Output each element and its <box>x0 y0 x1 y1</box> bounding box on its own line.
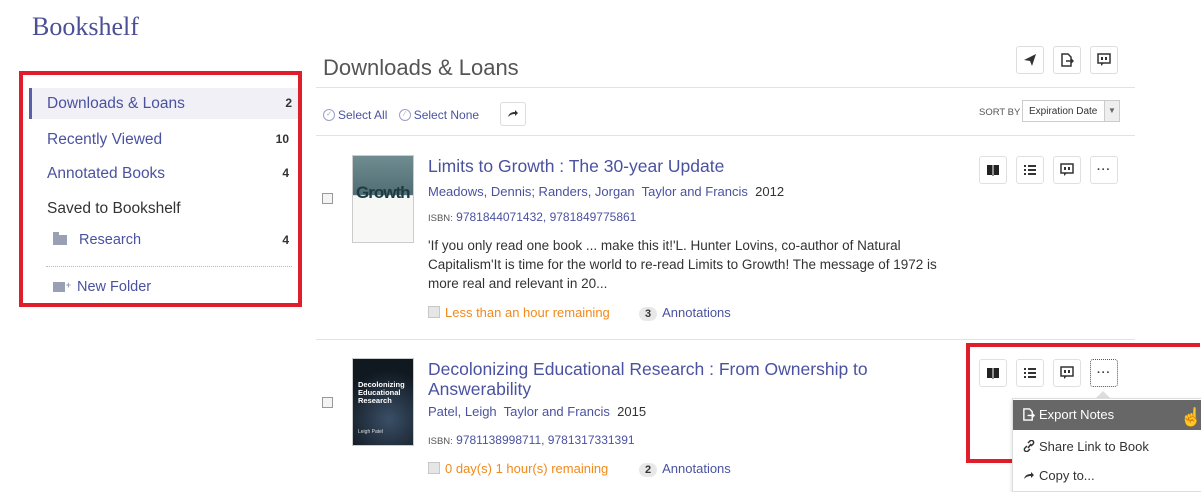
quote-icon <box>1097 53 1111 66</box>
quote-icon <box>1060 163 1074 176</box>
read-button[interactable] <box>979 156 1007 184</box>
annotations-link[interactable]: 2 Annotations <box>639 461 731 477</box>
annotations-link[interactable]: 3 Annotations <box>639 305 731 321</box>
sort-select[interactable]: Expiration Date ▼ <box>1022 100 1120 122</box>
menu-caret <box>1096 391 1110 398</box>
book-isbn: ISBN: 9781844071432, 9781849775861 <box>428 210 637 224</box>
book-description: 'If you only read one book ... make this… <box>428 238 937 291</box>
page-title: Bookshelf <box>32 12 139 41</box>
publisher-link[interactable]: Taylor and Francis <box>642 184 748 199</box>
calendar-icon <box>428 306 440 318</box>
book-cover[interactable]: Growth <box>352 155 414 243</box>
cover-author: Leigh Patel <box>358 429 384 435</box>
author-link[interactable]: Patel, Leigh <box>428 404 497 419</box>
book-title[interactable]: Decolonizing Educational Research : From… <box>428 359 868 399</box>
arrow-right-icon <box>508 110 518 117</box>
row-divider <box>316 339 1135 340</box>
check-circle-icon: ✓ <box>323 109 335 122</box>
notes-button[interactable] <box>1053 156 1081 184</box>
book-authors: Meadows, Dennis; Randers, Jorgan Taylor … <box>428 184 784 199</box>
author-link[interactable]: Meadows, Dennis; Randers, Jorgan <box>428 184 635 199</box>
share-button[interactable] <box>1016 46 1044 74</box>
ellipsis-icon: ··· <box>1097 164 1111 176</box>
sort-label: SORT BY <box>979 107 1021 118</box>
arrow-right-icon <box>1024 472 1034 479</box>
menu-item-export-notes[interactable]: Export Notes <box>1013 400 1201 430</box>
annotations-count: 2 <box>639 463 658 477</box>
chevron-down-icon: ▼ <box>1104 101 1119 121</box>
select-all-button[interactable]: ✓ Select All <box>323 107 387 122</box>
book-isbn: ISBN: 9781138998711, 9781317331391 <box>428 433 635 447</box>
time-remaining: 0 day(s) 1 hour(s) remaining <box>428 461 608 476</box>
more-button[interactable]: ··· <box>1090 156 1118 184</box>
slash-circle-icon: ⁄ <box>398 109 411 122</box>
list-icon <box>1024 165 1036 175</box>
selection-bar: ✓ Select All ⁄ Select None <box>323 107 479 122</box>
link-icon <box>1023 439 1035 453</box>
book-cover[interactable]: Decolonizing Educational Research Leigh … <box>352 358 414 446</box>
calendar-icon <box>428 462 440 474</box>
book-checkbox[interactable] <box>322 397 333 408</box>
highlight-box-sidebar <box>19 71 302 307</box>
header-divider <box>316 87 1135 88</box>
export-icon <box>1023 408 1036 421</box>
book-authors: Patel, Leigh Taylor and Francis 2015 <box>428 404 646 419</box>
book-checkbox[interactable] <box>322 193 333 204</box>
publisher-link[interactable]: Taylor and Francis <box>504 404 610 419</box>
book-icon <box>987 165 999 176</box>
menu-item-copy-to[interactable]: Copy to... <box>1013 461 1201 491</box>
book-title[interactable]: Limits to Growth : The 30-year Update <box>428 156 724 176</box>
export-button[interactable] <box>1053 46 1081 74</box>
paper-plane-icon <box>1024 54 1036 66</box>
sort-value: Expiration Date <box>1029 106 1098 117</box>
hand-cursor-icon: ☝ <box>1180 407 1201 427</box>
move-button[interactable] <box>500 102 526 126</box>
menu-item-share-link[interactable]: Share Link to Book <box>1013 432 1201 462</box>
list-divider <box>316 135 1135 136</box>
cover-title: Decolonizing Educational Research <box>358 380 405 405</box>
export-icon <box>1061 53 1074 67</box>
more-options-menu: Export Notes Share Link to Book Copy to.… <box>1012 398 1201 492</box>
section-title: Downloads & Loans <box>323 55 519 80</box>
cover-title: Growth <box>356 183 410 202</box>
book-year: 2012 <box>755 184 785 199</box>
notes-button[interactable] <box>1090 46 1118 74</box>
isbn-value: 9781138998711, 9781317331391 <box>456 433 635 447</box>
isbn-value: 9781844071432, 9781849775861 <box>456 210 637 224</box>
time-remaining: Less than an hour remaining <box>428 305 610 320</box>
toc-button[interactable] <box>1016 156 1044 184</box>
annotations-count: 3 <box>639 307 658 321</box>
book-year: 2015 <box>617 404 647 419</box>
select-none-button[interactable]: ⁄ Select None <box>398 107 479 122</box>
